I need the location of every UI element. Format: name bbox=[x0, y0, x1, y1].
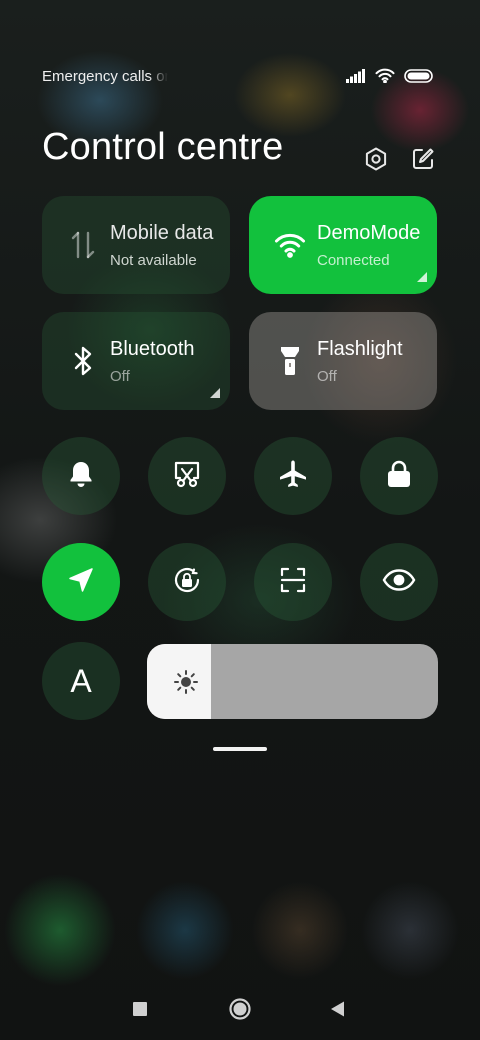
bluetooth-label: Bluetooth bbox=[110, 338, 195, 360]
scan-icon bbox=[278, 565, 308, 600]
status-bar: Emergency calls only bbox=[42, 66, 434, 88]
location-icon bbox=[66, 565, 96, 600]
wifi-icon bbox=[273, 228, 307, 262]
flashlight-status: Off bbox=[317, 368, 337, 385]
drag-handle[interactable] bbox=[213, 747, 267, 751]
sun-icon bbox=[173, 669, 199, 695]
rotation-lock-toggle[interactable] bbox=[148, 543, 226, 621]
screenshot-toggle[interactable] bbox=[148, 437, 226, 515]
reading-mode-toggle[interactable] bbox=[360, 543, 438, 621]
page-title: Control centre bbox=[42, 126, 284, 168]
home-icon bbox=[228, 997, 252, 1026]
expand-corner-icon[interactable] bbox=[210, 388, 220, 398]
location-toggle[interactable] bbox=[42, 543, 120, 621]
mobile-data-status: Not available bbox=[110, 252, 197, 269]
bluetooth-tile[interactable]: Bluetooth Off bbox=[42, 312, 230, 410]
font-size-button[interactable]: A bbox=[42, 642, 120, 720]
signal-icon bbox=[346, 68, 366, 88]
expand-corner-icon[interactable] bbox=[417, 272, 427, 282]
back-button[interactable] bbox=[325, 998, 351, 1024]
bluetooth-status: Off bbox=[110, 368, 130, 385]
mobile-data-label: Mobile data bbox=[110, 222, 214, 244]
font-size-label: A bbox=[70, 663, 92, 699]
wifi-icon bbox=[375, 68, 395, 88]
edit-icon[interactable] bbox=[410, 146, 436, 172]
airplane-icon bbox=[277, 458, 309, 495]
flashlight-label: Flashlight bbox=[317, 338, 403, 360]
screenshot-icon bbox=[172, 459, 202, 494]
wifi-status: Connected bbox=[317, 252, 390, 269]
mobile-data-icon bbox=[66, 228, 100, 262]
wifi-tile[interactable]: DemoMode Connected bbox=[249, 196, 437, 294]
bluetooth-icon bbox=[66, 344, 100, 378]
silent-toggle[interactable] bbox=[42, 437, 120, 515]
scanner-toggle[interactable] bbox=[254, 543, 332, 621]
battery-icon bbox=[404, 68, 434, 88]
lock-screen-toggle[interactable] bbox=[360, 437, 438, 515]
airplane-toggle[interactable] bbox=[254, 437, 332, 515]
wifi-label: DemoMode bbox=[317, 222, 421, 244]
bell-icon bbox=[66, 459, 96, 494]
settings-icon[interactable] bbox=[363, 146, 389, 172]
brightness-slider[interactable] bbox=[147, 644, 438, 719]
lock-icon bbox=[385, 459, 413, 494]
rotation-lock-icon bbox=[171, 564, 203, 601]
status-text: Emergency calls only bbox=[42, 68, 168, 85]
flashlight-tile[interactable]: Flashlight Off bbox=[249, 312, 437, 410]
mobile-data-tile[interactable]: Mobile data Not available bbox=[42, 196, 230, 294]
recents-button[interactable] bbox=[127, 998, 153, 1024]
recents-icon bbox=[132, 1001, 148, 1022]
back-icon bbox=[329, 1000, 347, 1023]
home-button[interactable] bbox=[227, 997, 253, 1026]
flashlight-icon bbox=[273, 344, 307, 378]
eye-icon bbox=[382, 568, 416, 597]
